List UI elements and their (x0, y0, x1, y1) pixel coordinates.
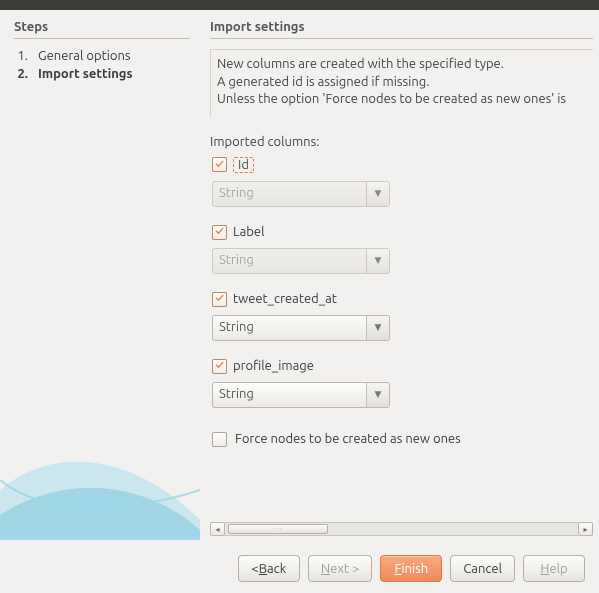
chevron-down-icon: ▼ (367, 316, 389, 340)
column-label-row: Label (212, 225, 593, 240)
column-profile-image-row: profile_image (212, 359, 593, 374)
column-id-type-combo[interactable]: String ▼ (212, 181, 390, 207)
step-label: General options (38, 49, 131, 63)
description-line: Unless the option 'Force nodes to be cre… (217, 91, 593, 109)
next-button[interactable]: Next > (308, 555, 372, 582)
combo-value: String (213, 182, 367, 206)
btn-mnemonic: F (394, 562, 401, 576)
horizontal-scrollbar[interactable]: ◂ ··· ▸ (210, 524, 593, 540)
step-number: 1. (14, 49, 28, 63)
settings-heading: Import settings (210, 20, 593, 39)
column-id-row: Id (212, 157, 593, 173)
step-general-options: 1. General options (14, 49, 190, 63)
btn-mnemonic: N (321, 562, 330, 576)
description-box: New columns are created with the specifi… (210, 49, 593, 117)
column-id-label: Id (233, 157, 254, 173)
column-profile-image-type-combo[interactable]: String ▼ (212, 382, 390, 408)
column-tweet-created-at-checkbox[interactable] (212, 292, 227, 307)
settings-panel: Import settings New columns are created … (200, 10, 599, 540)
btn-mnemonic: H (540, 562, 549, 576)
step-label: Import settings (38, 67, 133, 81)
combo-value: String (213, 249, 367, 273)
back-button[interactable]: < Back (238, 555, 300, 582)
force-nodes-row: Force nodes to be created as new ones (212, 432, 593, 447)
step-number: 2. (14, 67, 28, 81)
column-label-label: Label (233, 225, 265, 239)
wizard-body: Steps 1. General options 2. Import setti… (0, 10, 599, 540)
window-titlebar (0, 0, 599, 10)
btn-text: Cancel (463, 562, 502, 576)
btn-text-rest: inish (401, 562, 428, 576)
column-tweet-created-at-label: tweet_created_at (233, 292, 337, 306)
imported-columns-label: Imported columns: (210, 135, 593, 149)
column-profile-image-checkbox[interactable] (212, 359, 227, 374)
combo-value: String (213, 383, 367, 407)
btn-mnemonic: B (259, 562, 267, 576)
force-nodes-checkbox[interactable] (212, 432, 227, 447)
scroll-right-button[interactable]: ▸ (578, 522, 593, 536)
steps-heading: Steps (14, 20, 190, 39)
column-label-checkbox[interactable] (212, 225, 227, 240)
column-tweet-created-at-type-combo[interactable]: String ▼ (212, 315, 390, 341)
steps-panel: Steps 1. General options 2. Import setti… (0, 10, 200, 540)
decorative-swoosh (0, 430, 200, 540)
scroll-left-button[interactable]: ◂ (210, 522, 225, 536)
column-id-checkbox[interactable] (212, 157, 227, 172)
btn-text-rest: ack (267, 562, 286, 576)
combo-value: String (213, 316, 367, 340)
column-label-type-combo[interactable]: String ▼ (212, 248, 390, 274)
column-profile-image-label: profile_image (233, 359, 314, 373)
chevron-down-icon: ▼ (367, 182, 389, 206)
help-button[interactable]: Help (523, 555, 585, 582)
step-import-settings: 2. Import settings (14, 67, 190, 81)
chevron-down-icon: ▼ (367, 383, 389, 407)
btn-text-prefix: < (251, 562, 258, 576)
force-nodes-label: Force nodes to be created as new ones (235, 432, 461, 446)
btn-text-rest: elp (549, 562, 567, 576)
description-line: New columns are created with the specifi… (217, 56, 593, 74)
column-tweet-created-at-row: tweet_created_at (212, 292, 593, 307)
scroll-thumb[interactable]: ··· (228, 524, 328, 534)
cancel-button[interactable]: Cancel (450, 555, 515, 582)
scroll-track[interactable]: ··· (225, 522, 578, 536)
wizard-button-bar: < Back Next > Finish Cancel Help (0, 540, 599, 582)
chevron-down-icon: ▼ (367, 249, 389, 273)
description-line: A generated id is assigned if missing. (217, 74, 593, 92)
finish-button[interactable]: Finish (380, 555, 442, 582)
btn-text-rest: ext > (330, 562, 359, 576)
